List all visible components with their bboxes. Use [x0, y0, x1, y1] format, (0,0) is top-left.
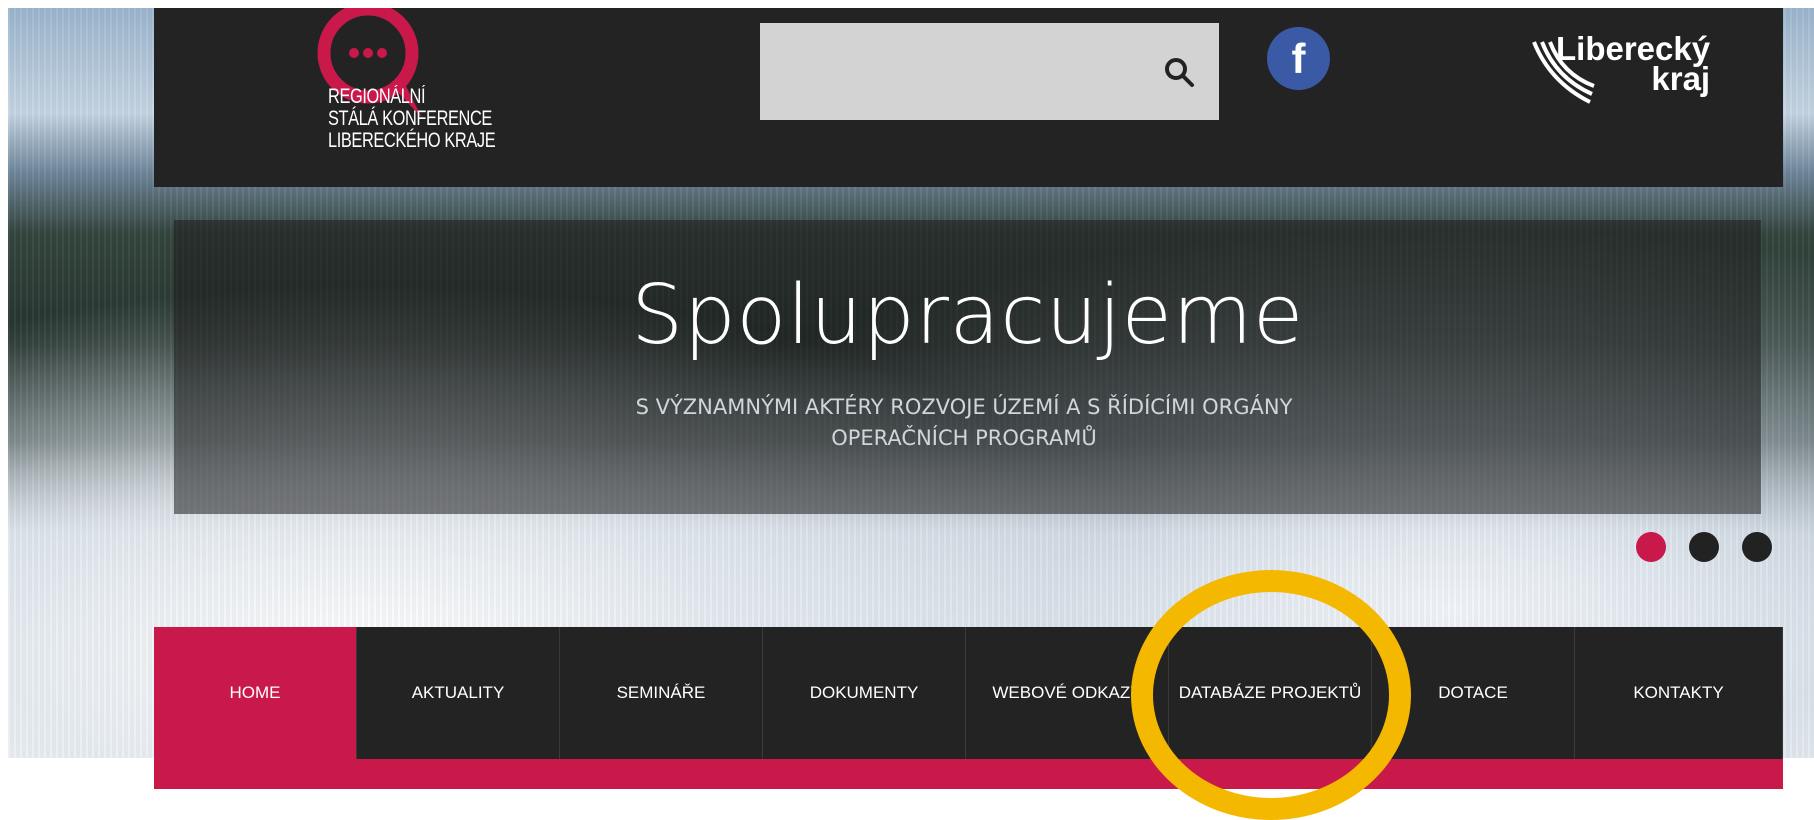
slide-subtitle: S VÝZNAMNÝMI AKTÉRY ROZVOJE ÚZEMÍ A S ŘÍ… [635, 395, 1293, 450]
nav-item-dokumenty[interactable]: DOKUMENTY [763, 627, 966, 759]
site-header: REGIONÁLNÍ STÁLÁ KONFERENCE LIBERECKÉHO … [154, 8, 1783, 187]
slide-title: Spolupracujeme [631, 268, 1304, 363]
nav-item-dotace[interactable]: DOTACE [1372, 627, 1575, 759]
region-logo-line: kraj [1651, 60, 1711, 97]
slider-dot-1[interactable] [1636, 532, 1666, 562]
accent-bar [154, 759, 1783, 789]
search-box [760, 23, 1219, 120]
slider-caption-panel: Spolupracujeme S VÝZNAMNÝMI AKTÉRY ROZVO… [174, 220, 1761, 514]
logo-line: REGIONÁLNÍ [328, 85, 426, 108]
nav-item-home[interactable]: HOME [154, 627, 357, 759]
facebook-glyph: f [1291, 34, 1306, 82]
logo-line: STÁLÁ KONFERENCE [328, 107, 492, 130]
search-input[interactable] [760, 23, 1150, 120]
slider-dot-2[interactable] [1689, 532, 1719, 562]
logo-line: LIBERECKÉHO KRAJE [328, 129, 496, 152]
facebook-icon[interactable]: f [1267, 27, 1330, 90]
search-icon[interactable] [1162, 55, 1196, 89]
nav-item-databaze-projektu[interactable]: DATABÁZE PROJEKTŮ [1169, 627, 1372, 759]
conference-logo-text: REGIONÁLNÍ STÁLÁ KONFERENCE LIBERECKÉHO … [328, 85, 496, 152]
region-logo-text: Liberecký kraj [1556, 32, 1711, 97]
nav-item-webove-odkazy[interactable]: WEBOVÉ ODKAZY [966, 627, 1169, 759]
nav-item-kontakty[interactable]: KONTAKTY [1575, 627, 1783, 759]
slider-dot-3[interactable] [1742, 532, 1772, 562]
nav-item-seminare[interactable]: SEMINÁŘE [560, 627, 763, 759]
main-navigation: HOME AKTUALITY SEMINÁŘE DOKUMENTY WEBOVÉ… [154, 627, 1783, 759]
nav-item-aktuality[interactable]: AKTUALITY [357, 627, 560, 759]
